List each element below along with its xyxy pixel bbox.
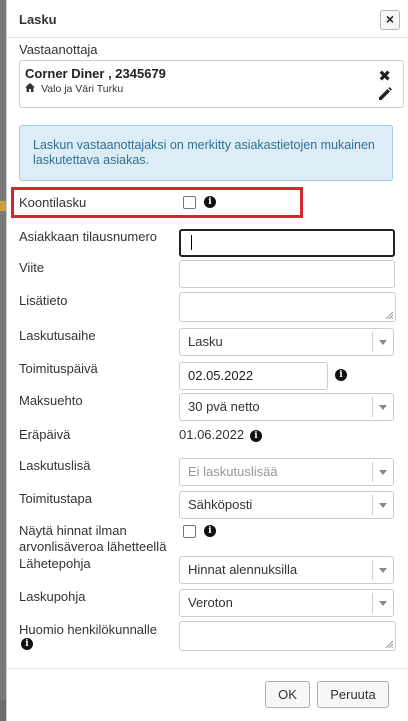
delivery-method-select[interactable]: Sähköposti [179,491,394,519]
billing-surcharge-select[interactable]: Ei laskutuslisää [179,458,394,486]
show-prices-label-line1: Näytä hinnat ilman [19,523,127,538]
invoice-template-label: Laskupohja [19,589,86,604]
reference-label: Viite [19,260,45,275]
additional-info-textarea[interactable] [179,292,396,322]
select-divider [372,495,373,515]
invoice-template-value: Veroton [188,595,233,610]
dialog-title: Lasku [19,12,57,27]
select-divider [372,462,373,482]
billing-surcharge-label: Laskutuslisä [19,458,91,473]
delivery-template-label: Lähetepohja [19,556,91,571]
billing-reason-value: Lasku [188,334,223,349]
recipient-label: Vastaanottaja [19,42,98,57]
delivery-template-select[interactable]: Hinnat alennuksilla [179,556,394,584]
text-caret [191,235,192,250]
info-icon[interactable]: i [204,196,216,208]
info-alert: Laskun vastaanottajaksi on merkitty asia… [19,125,393,181]
payment-term-value: 30 pvä netto [188,399,260,414]
koontilasku-checkbox[interactable] [183,196,196,209]
order-number-label: Asiakkaan tilausnumero [19,229,158,244]
edit-recipient-icon[interactable] [377,86,395,104]
chevron-down-icon [379,340,387,345]
order-number-input[interactable] [179,229,395,257]
reference-input[interactable] [179,260,395,288]
info-icon[interactable]: i [21,638,33,650]
billing-surcharge-placeholder: Ei laskutuslisää [188,464,278,479]
close-dialog-button[interactable]: × [380,10,400,30]
show-prices-label-line2: arvonlisäveroa lähetteellä [19,539,167,554]
recipient-box: Corner Diner , 2345679 Valo ja Väri Turk… [19,60,404,108]
select-divider [372,332,373,352]
resize-handle-icon[interactable] [385,640,393,648]
payment-term-label: Maksuehto [19,393,83,408]
additional-info-label: Lisätieto [19,293,68,308]
info-icon[interactable]: i [335,369,347,381]
select-divider [372,593,373,613]
invoice-template-select[interactable]: Veroton [179,589,394,617]
info-icon[interactable]: i [204,525,216,537]
ok-button[interactable]: OK [265,681,310,708]
remove-recipient-icon[interactable]: ✖ [378,67,391,85]
invoice-dialog: Lasku × Vastaanottaja Corner Diner , 234… [6,0,408,721]
cancel-button[interactable]: Peruuta [317,681,389,708]
billing-reason-select[interactable]: Lasku [179,328,394,356]
koontilasku-label: Koontilasku [19,195,87,210]
chevron-down-icon [379,470,387,475]
delivery-date-label: Toimituspäivä [19,361,98,376]
due-date-label: Eräpäivä [19,427,71,442]
chevron-down-icon [379,405,387,410]
chevron-down-icon [379,568,387,573]
delivery-date-input[interactable]: 02.05.2022 [179,362,328,390]
chevron-down-icon [379,503,387,508]
select-divider [372,560,373,580]
show-prices-checkbox[interactable] [183,525,196,538]
due-date-value: 01.06.2022 [179,427,245,442]
delivery-method-value: Sähköposti [188,497,253,512]
home-icon [25,83,38,95]
billing-reason-label: Laskutusaihe [19,328,96,343]
payment-term-select[interactable]: 30 pvä netto [179,393,394,421]
delivery-method-label: Toimitustapa [19,491,92,506]
recipient-sub: Valo ja Väri Turku [25,83,123,95]
delivery-template-value: Hinnat alennuksilla [188,562,298,577]
dialog-titlebar: Lasku × [7,0,408,38]
info-icon[interactable]: i [250,430,262,442]
recipient-location: Valo ja Väri Turku [41,83,124,95]
select-divider [372,397,373,417]
recipient-name: Corner Diner , 2345679 [25,66,166,81]
resize-handle-icon[interactable] [385,311,393,319]
chevron-down-icon [379,601,387,606]
staff-note-textarea[interactable] [179,621,396,651]
staff-note-label: Huomio henkilökunnalle [19,622,158,637]
